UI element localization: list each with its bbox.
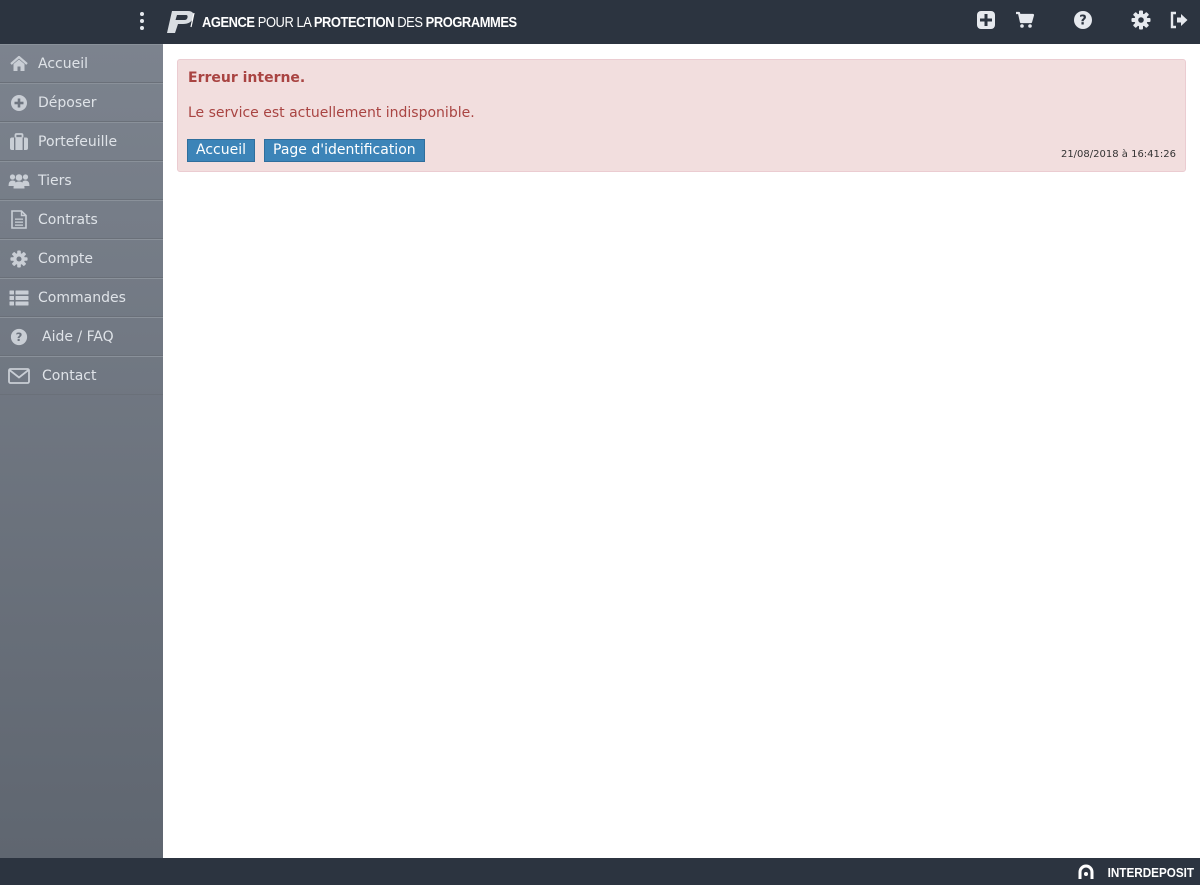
sidebar-item-label: Contrats <box>38 211 98 228</box>
sidebar-item-label: Tiers <box>38 172 72 189</box>
svg-text:?: ? <box>1079 14 1087 29</box>
sidebar-item-tiers[interactable]: Tiers <box>0 161 163 200</box>
sidebar-item-label: Aide / FAQ <box>42 328 114 345</box>
sidebar-item-label: Contact <box>42 367 97 384</box>
document-icon <box>0 210 38 229</box>
sidebar-item-label: Portefeuille <box>38 133 118 150</box>
home-icon <box>0 55 38 72</box>
menu-toggle-icon[interactable] <box>136 8 148 34</box>
sidebar-item-compte[interactable]: Compte <box>0 239 163 278</box>
sidebar-item-portefeuille[interactable]: Portefeuille <box>0 122 163 161</box>
sidebar: Accueil Déposer Portefeuille Tiers Contr… <box>0 44 163 858</box>
sidebar-item-contact[interactable]: Contact <box>0 356 163 395</box>
error-timestamp: 21/08/2018 à 16:41:26 <box>1060 149 1176 160</box>
sidebar-item-deposer[interactable]: Déposer <box>0 83 163 122</box>
gear-icon <box>0 249 38 268</box>
footer-brand-text: INTERDEPOSIT <box>1107 864 1194 880</box>
footer-brand[interactable]: INTERDEPOSIT <box>1077 863 1194 881</box>
sidebar-item-label: Compte <box>38 250 93 267</box>
briefcase-icon <box>0 132 38 151</box>
error-alert: Erreur interne. Le service est actuellem… <box>177 59 1186 172</box>
interdeposit-logo-icon <box>1078 864 1094 879</box>
sidebar-item-label: Déposer <box>38 94 97 111</box>
top-bar: AGENCE POUR LA PROTECTION DES PROGRAMMES… <box>0 0 1200 44</box>
sidebar-item-contrats[interactable]: Contrats <box>0 200 163 239</box>
sidebar-item-accueil[interactable]: Accueil <box>0 44 163 83</box>
cart-icon[interactable] <box>1014 9 1036 31</box>
home-button[interactable]: Accueil <box>187 139 255 162</box>
login-page-button[interactable]: Page d'identification <box>264 139 425 162</box>
alert-message: Le service est actuellement indisponible… <box>188 105 475 121</box>
help-question-icon[interactable]: ? <box>1072 9 1094 31</box>
sidebar-item-commandes[interactable]: Commandes <box>0 278 163 317</box>
sidebar-item-label: Accueil <box>38 55 88 72</box>
sidebar-item-label: Commandes <box>38 289 126 306</box>
list-icon <box>0 290 38 306</box>
question-icon: ? <box>0 328 38 346</box>
footer: INTERDEPOSIT <box>0 858 1200 885</box>
logo-wordmark: AGENCE POUR LA PROTECTION DES PROGRAMMES <box>202 13 517 31</box>
sidebar-item-aide-faq[interactable]: ? Aide / FAQ <box>0 317 163 356</box>
plus-square-icon[interactable] <box>975 9 997 31</box>
svg-text:?: ? <box>16 330 23 344</box>
app-logo[interactable]: AGENCE POUR LA PROTECTION DES PROGRAMMES <box>166 9 568 35</box>
alert-title: Erreur interne. <box>188 70 306 86</box>
envelope-icon <box>0 367 38 384</box>
users-icon <box>0 173 38 189</box>
logo-mark-icon <box>167 11 195 33</box>
logout-icon[interactable] <box>1168 9 1190 31</box>
plus-circle-icon <box>0 94 38 112</box>
gear-icon[interactable] <box>1130 9 1152 31</box>
